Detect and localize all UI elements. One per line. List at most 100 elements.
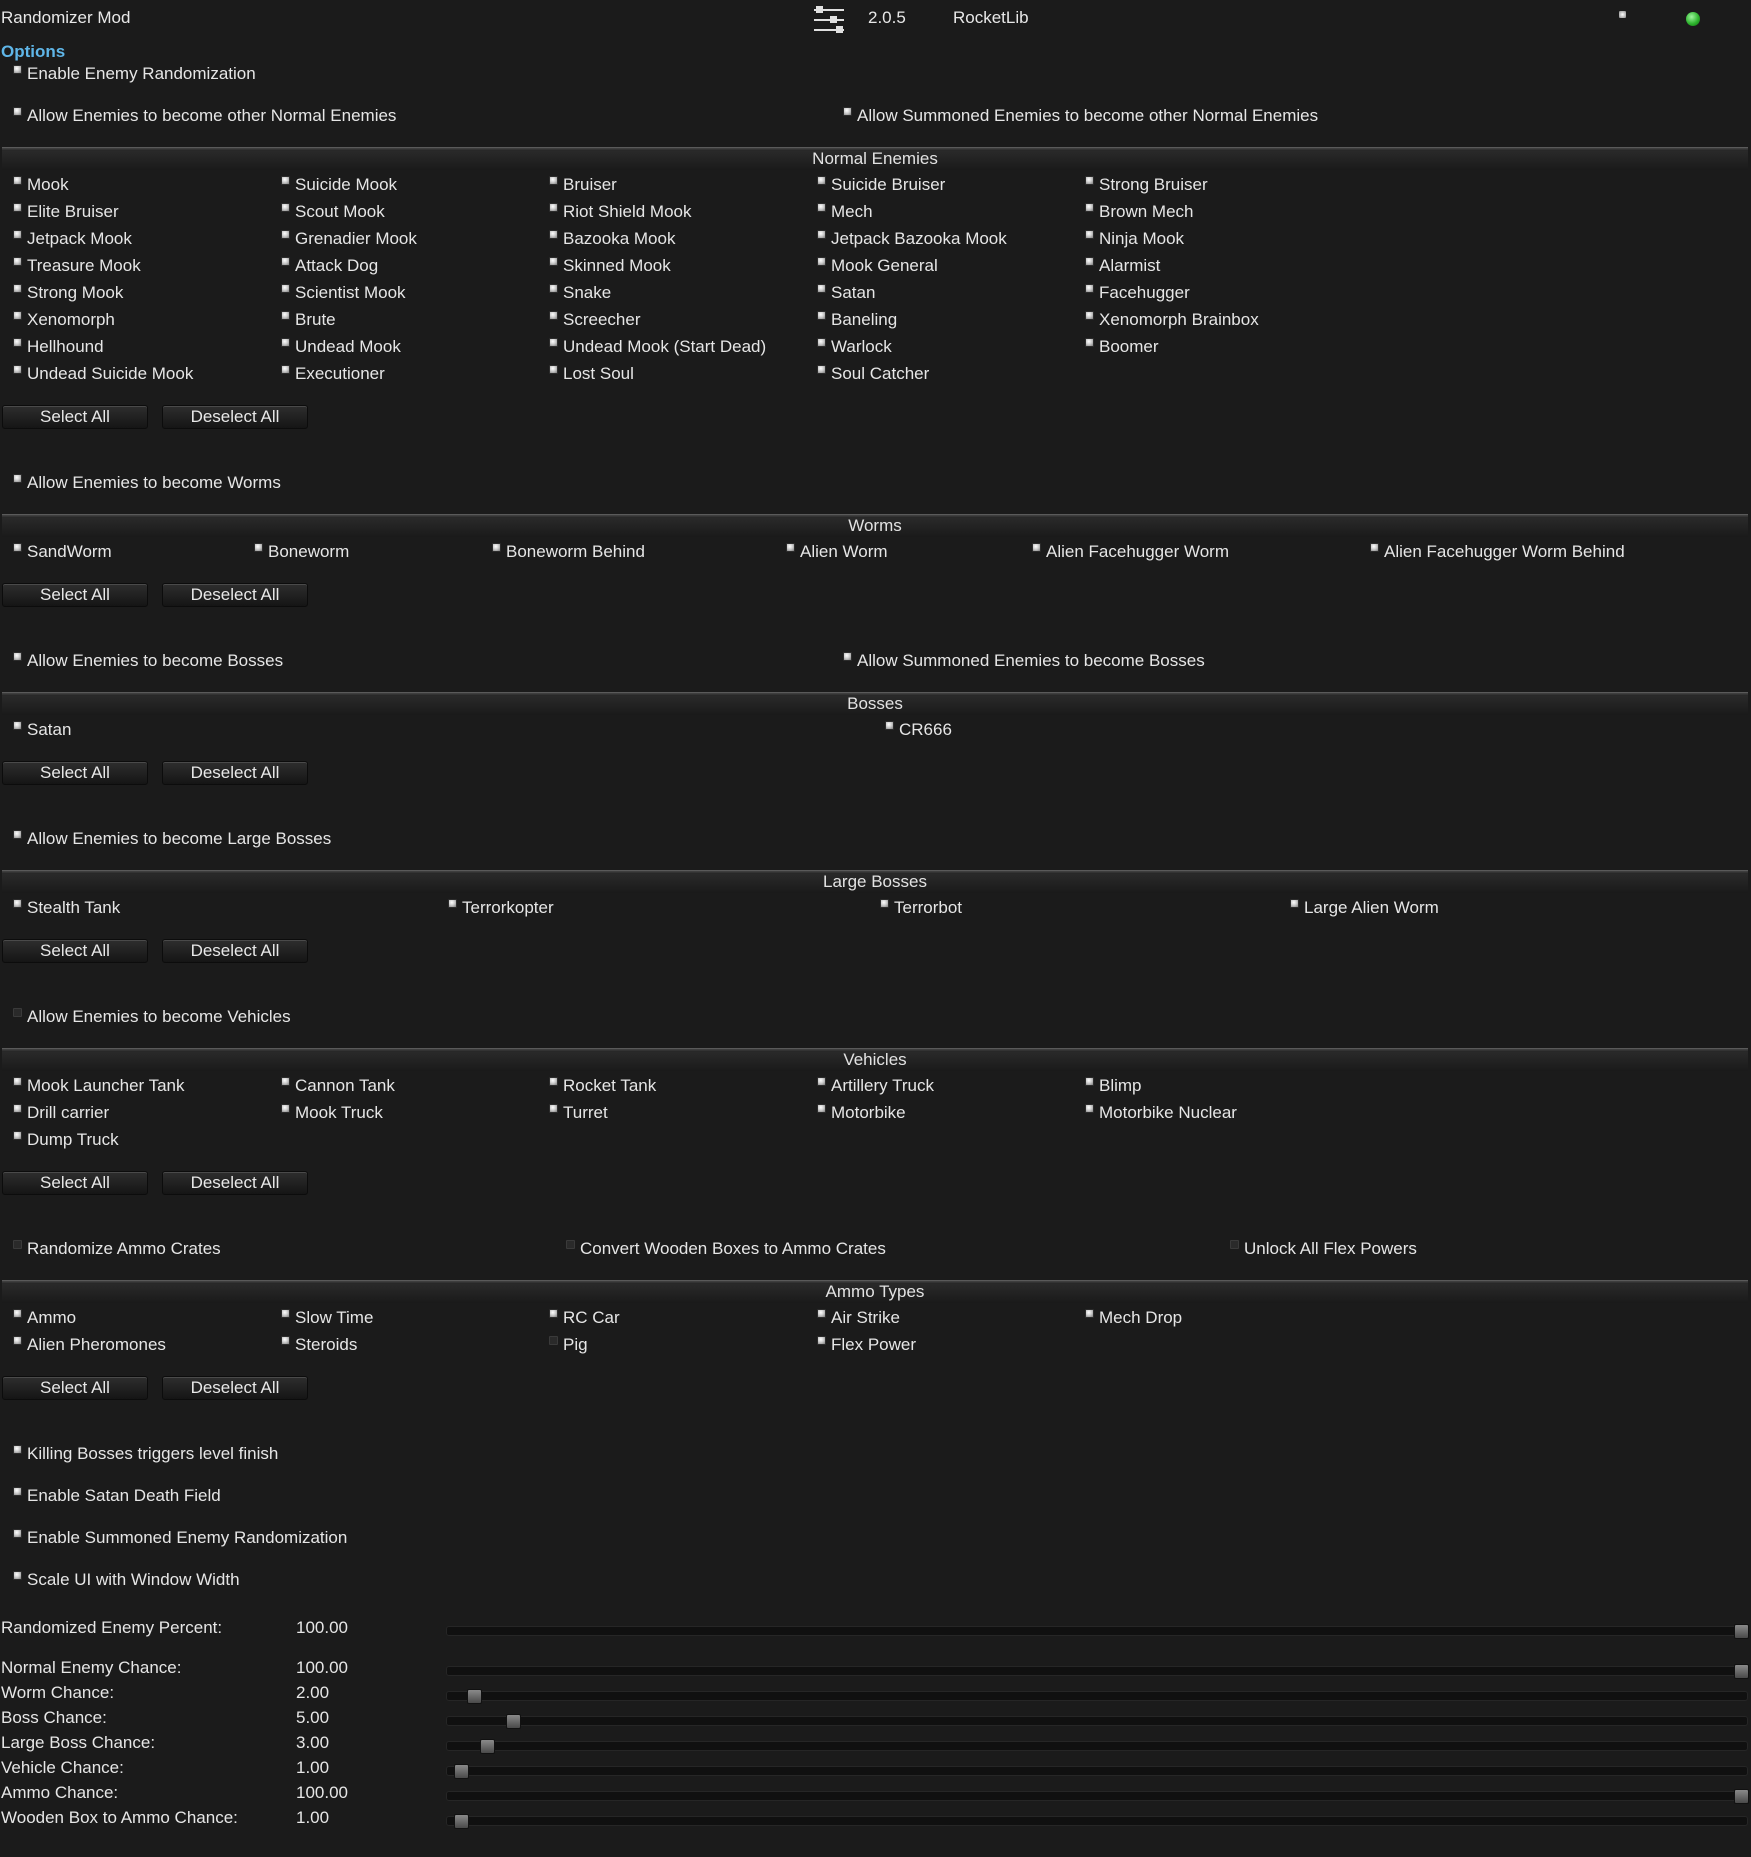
- checkbox-icon[interactable]: [281, 1308, 290, 1318]
- slider-track[interactable]: [446, 1624, 1749, 1639]
- checkbox-icon[interactable]: [13, 283, 22, 293]
- checkbox-icon[interactable]: [549, 229, 558, 239]
- vehicle-checkbox[interactable]: Turret: [549, 1103, 608, 1123]
- normal-enemy-checkbox[interactable]: Lost Soul: [549, 364, 634, 384]
- checkbox-icon[interactable]: [1290, 898, 1299, 908]
- checkbox-icon[interactable]: [817, 1308, 826, 1318]
- scale-ui-checkbox[interactable]: Scale UI with Window Width: [13, 1570, 240, 1590]
- checkbox-icon[interactable]: [1085, 175, 1094, 185]
- large-bosses-select-all-button[interactable]: Select All: [2, 939, 148, 963]
- large-boss-checkbox[interactable]: Large Alien Worm: [1290, 898, 1439, 918]
- slider-track[interactable]: [446, 1664, 1749, 1679]
- checkbox-icon[interactable]: [549, 364, 558, 374]
- normal-enemy-checkbox[interactable]: Suicide Bruiser: [817, 175, 945, 195]
- normal-enemy-checkbox[interactable]: Treasure Mook: [13, 256, 141, 276]
- worm-checkbox[interactable]: Alien Facehugger Worm Behind: [1370, 542, 1625, 562]
- checkbox-icon[interactable]: [13, 542, 22, 552]
- checkbox-icon[interactable]: [1085, 1103, 1094, 1113]
- checkbox-icon[interactable]: [13, 1308, 22, 1318]
- bosses-select-all-button[interactable]: Select All: [2, 761, 148, 785]
- checkbox-icon[interactable]: [13, 473, 22, 483]
- allow-large-bosses-checkbox[interactable]: Allow Enemies to become Large Bosses: [13, 829, 331, 849]
- checkbox-icon[interactable]: [281, 229, 290, 239]
- normal-enemy-checkbox[interactable]: Grenadier Mook: [281, 229, 417, 249]
- normal-enemy-checkbox[interactable]: Attack Dog: [281, 256, 378, 276]
- checkbox-icon[interactable]: [13, 1486, 22, 1496]
- checkbox-icon[interactable]: [13, 202, 22, 212]
- vehicle-checkbox[interactable]: Blimp: [1085, 1076, 1142, 1096]
- checkbox-icon[interactable]: [281, 1076, 290, 1086]
- normal-enemy-checkbox[interactable]: Undead Mook (Start Dead): [549, 337, 766, 357]
- vehicles-deselect-all-button[interactable]: Deselect All: [162, 1171, 308, 1195]
- checkbox-icon[interactable]: [13, 898, 22, 908]
- normal-enemy-checkbox[interactable]: Elite Bruiser: [13, 202, 119, 222]
- slider-track[interactable]: [446, 1714, 1748, 1729]
- enable-randomization-checkbox[interactable]: Enable Enemy Randomization: [13, 64, 256, 84]
- vehicle-checkbox[interactable]: Drill carrier: [13, 1103, 109, 1123]
- worm-checkbox[interactable]: Boneworm Behind: [492, 542, 645, 562]
- normal-enemy-checkbox[interactable]: Brute: [281, 310, 336, 330]
- checkbox-icon[interactable]: [13, 64, 22, 74]
- checkbox-icon[interactable]: [549, 175, 558, 185]
- normal-enemy-checkbox[interactable]: Baneling: [817, 310, 897, 330]
- checkbox-icon[interactable]: [1085, 1308, 1094, 1318]
- checkbox-icon[interactable]: [549, 1308, 558, 1318]
- normal-select-all-button[interactable]: Select All: [2, 405, 148, 429]
- vehicle-checkbox[interactable]: Artillery Truck: [817, 1076, 934, 1096]
- checkbox-icon[interactable]: [817, 283, 826, 293]
- normal-enemy-checkbox[interactable]: Mook General: [817, 256, 938, 276]
- ammo-type-checkbox[interactable]: Mech Drop: [1085, 1308, 1182, 1328]
- worms-select-all-button[interactable]: Select All: [2, 583, 148, 607]
- slider-thumb[interactable]: [454, 1814, 469, 1829]
- slider-thumb[interactable]: [454, 1764, 469, 1779]
- checkbox-icon[interactable]: [13, 229, 22, 239]
- checkbox-icon[interactable]: [281, 1103, 290, 1113]
- slider-track[interactable]: [446, 1814, 1748, 1829]
- vehicle-checkbox[interactable]: Dump Truck: [13, 1130, 119, 1150]
- checkbox-icon[interactable]: [1230, 1239, 1239, 1249]
- vehicle-checkbox[interactable]: Motorbike: [817, 1103, 906, 1123]
- normal-enemy-checkbox[interactable]: Brown Mech: [1085, 202, 1193, 222]
- checkbox-icon[interactable]: [13, 1130, 22, 1140]
- checkbox-icon[interactable]: [880, 898, 889, 908]
- summoned-randomization-checkbox[interactable]: Enable Summoned Enemy Randomization: [13, 1528, 347, 1548]
- checkbox-icon[interactable]: [13, 256, 22, 266]
- normal-enemy-checkbox[interactable]: Mech: [817, 202, 873, 222]
- checkbox-icon[interactable]: [13, 310, 22, 320]
- checkbox-icon[interactable]: [817, 256, 826, 266]
- worms-deselect-all-button[interactable]: Deselect All: [162, 583, 308, 607]
- checkbox-icon[interactable]: [13, 1570, 22, 1580]
- normal-enemy-checkbox[interactable]: Jetpack Mook: [13, 229, 132, 249]
- checkbox-icon[interactable]: [549, 1335, 558, 1345]
- large-boss-checkbox[interactable]: Terrorkopter: [448, 898, 554, 918]
- slider-track[interactable]: [446, 1689, 1748, 1704]
- normal-enemy-checkbox[interactable]: Undead Mook: [281, 337, 401, 357]
- checkbox-icon[interactable]: [13, 1239, 22, 1249]
- normal-enemy-checkbox[interactable]: Boomer: [1085, 337, 1159, 357]
- slider-thumb[interactable]: [480, 1739, 495, 1754]
- allow-worms-checkbox[interactable]: Allow Enemies to become Worms: [13, 473, 281, 493]
- slider-track[interactable]: [446, 1764, 1748, 1779]
- ammo-type-checkbox[interactable]: Pig: [549, 1335, 588, 1355]
- vehicles-select-all-button[interactable]: Select All: [2, 1171, 148, 1195]
- checkbox-icon[interactable]: [817, 1076, 826, 1086]
- checkbox-icon[interactable]: [13, 720, 22, 730]
- checkbox-icon[interactable]: [843, 651, 852, 661]
- checkbox-icon[interactable]: [549, 256, 558, 266]
- killing-bosses-checkbox[interactable]: Killing Bosses triggers level finish: [13, 1444, 278, 1464]
- checkbox-icon[interactable]: [885, 720, 894, 730]
- vehicle-checkbox[interactable]: Cannon Tank: [281, 1076, 395, 1096]
- checkbox-icon[interactable]: [281, 202, 290, 212]
- normal-enemy-checkbox[interactable]: Satan: [817, 283, 875, 303]
- satan-death-field-checkbox[interactable]: Enable Satan Death Field: [13, 1486, 221, 1506]
- normal-enemy-checkbox[interactable]: Suicide Mook: [281, 175, 397, 195]
- normal-enemy-checkbox[interactable]: Xenomorph: [13, 310, 115, 330]
- checkbox-icon[interactable]: [549, 1076, 558, 1086]
- checkbox-icon[interactable]: [843, 106, 852, 116]
- checkbox-icon[interactable]: [1032, 542, 1041, 552]
- checkbox-icon[interactable]: [817, 364, 826, 374]
- large-boss-checkbox[interactable]: Stealth Tank: [13, 898, 120, 918]
- ammo-type-checkbox[interactable]: RC Car: [549, 1308, 620, 1328]
- checkbox-icon[interactable]: [817, 337, 826, 347]
- checkbox-icon[interactable]: [281, 1335, 290, 1345]
